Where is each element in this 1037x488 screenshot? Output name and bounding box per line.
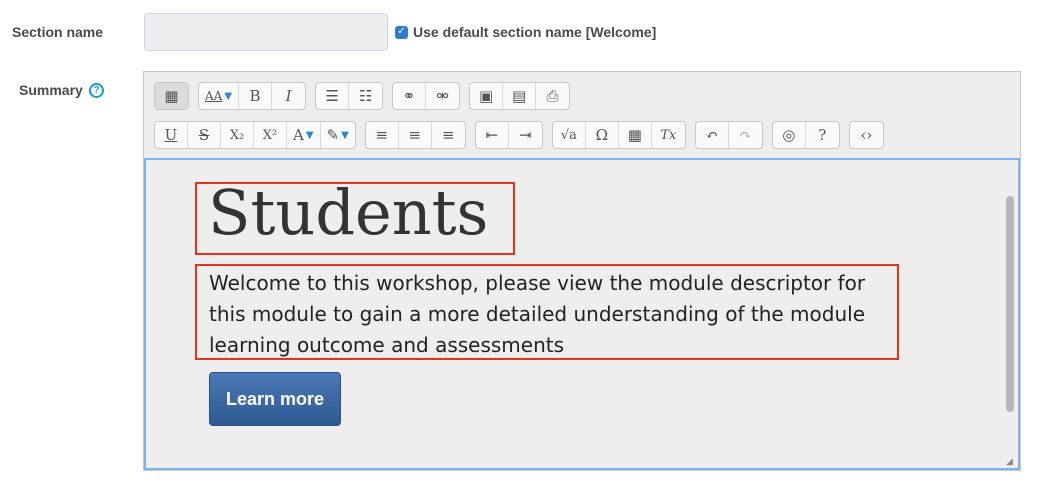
special-char-button[interactable]: Ω	[586, 122, 619, 148]
section-name-input[interactable]	[144, 13, 388, 51]
toolbar-group: ‹›	[848, 121, 884, 149]
align-right-button[interactable]: ≡	[432, 122, 465, 148]
content-paragraph: Welcome to this workshop, please view th…	[209, 271, 866, 357]
learn-more-button[interactable]: Learn more	[209, 372, 341, 426]
redo-button[interactable]: ↷	[729, 122, 762, 148]
caret-down-icon: ▼	[224, 90, 233, 102]
toolbar-row-1: ▦ AA ▼ B I ☰ ☷ ⚭ ⚮ ▣ ▤ ⎙	[154, 82, 571, 110]
help-icon[interactable]: ?	[89, 83, 104, 98]
clear-format-button[interactable]: Tx	[652, 122, 685, 148]
section-name-label: Section name	[12, 24, 104, 40]
content-heading: Students	[208, 176, 489, 249]
toolbar-group: ⇤ ⇥	[474, 121, 543, 149]
toolbar-group: ≡ ≡ ≡	[364, 121, 466, 149]
equation-button[interactable]: √a	[553, 122, 586, 148]
toolbar-group: ↶ ↷	[694, 121, 763, 149]
html-editor: ▦ AA ▼ B I ☰ ☷ ⚭ ⚮ ▣ ▤ ⎙ U S X₂ X² A ▼ ✎ ▼	[143, 71, 1021, 471]
undo-button[interactable]: ↶	[696, 122, 729, 148]
screenreader-helper-button[interactable]: ?	[806, 122, 839, 148]
resize-handle-icon[interactable]: ◢	[1006, 456, 1016, 466]
background-color-button[interactable]: ✎ ▼	[321, 122, 355, 148]
use-default-name-checkbox-row[interactable]: ✓ Use default section name [Welcome]	[395, 24, 656, 40]
toolbar-group: ▣ ▤ ⎙	[469, 82, 571, 110]
align-center-button[interactable]: ≡	[399, 122, 432, 148]
toolbar-group: AA ▼ B I	[198, 82, 307, 110]
checkbox-checked-icon[interactable]: ✓	[395, 25, 408, 39]
caret-down-icon: ▼	[305, 129, 314, 141]
bold-button[interactable]: B	[239, 83, 273, 109]
table-button[interactable]: ▦	[619, 122, 652, 148]
font-color-button[interactable]: A ▼	[287, 122, 321, 148]
strikethrough-button[interactable]: S	[188, 122, 221, 148]
link-button[interactable]: ⚭	[393, 83, 427, 109]
font-color-icon: A	[293, 126, 304, 144]
media-button[interactable]: ▤	[503, 83, 537, 109]
numbered-list-button[interactable]: ☷	[349, 83, 382, 109]
toolbar-group: √a Ω ▦ Tx	[551, 121, 686, 149]
scrollbar-thumb[interactable]	[1006, 196, 1014, 412]
unlink-button[interactable]: ⚮	[426, 83, 459, 109]
outdent-button[interactable]: ⇤	[476, 122, 509, 148]
toolbar-row-2: U S X₂ X² A ▼ ✎ ▼ ≡ ≡ ≡ ⇤ ⇥ √a Ω ▦ Tx ↶ ↷ …	[154, 121, 884, 149]
html-source-button[interactable]: ‹›	[850, 122, 883, 148]
indent-button[interactable]: ⇥	[509, 122, 542, 148]
toolbar-group: U S X₂ X² A ▼ ✎ ▼	[154, 121, 356, 149]
toolbar-group: ◎ ?	[771, 121, 840, 149]
bullet-list-button[interactable]: ☰	[316, 83, 350, 109]
toolbar-group: ⚭ ⚮	[392, 82, 461, 110]
superscript-button[interactable]: X²	[254, 122, 287, 148]
align-left-button[interactable]: ≡	[366, 122, 399, 148]
toolbar-group: ☰ ☷	[315, 82, 384, 110]
toolbar-group: ▦	[154, 82, 189, 110]
toolbar-toggle-button[interactable]: ▦	[155, 83, 188, 109]
subscript-button[interactable]: X₂	[221, 122, 254, 148]
accessibility-checker-button[interactable]: ◎	[773, 122, 806, 148]
highlight-icon: ✎	[326, 126, 340, 144]
caret-down-icon: ▼	[341, 129, 349, 141]
italic-button[interactable]: I	[272, 83, 305, 109]
file-button[interactable]: ⎙	[536, 83, 569, 109]
font-style-icon: AA	[205, 89, 223, 103]
font-style-button[interactable]: AA ▼	[199, 83, 240, 109]
image-button[interactable]: ▣	[470, 83, 504, 109]
use-default-name-label: Use default section name [Welcome]	[413, 24, 657, 40]
underline-button[interactable]: U	[155, 122, 188, 148]
summary-label: Summary	[19, 82, 83, 98]
editor-content-area[interactable]: Students Welcome to this workshop, pleas…	[144, 158, 1020, 470]
